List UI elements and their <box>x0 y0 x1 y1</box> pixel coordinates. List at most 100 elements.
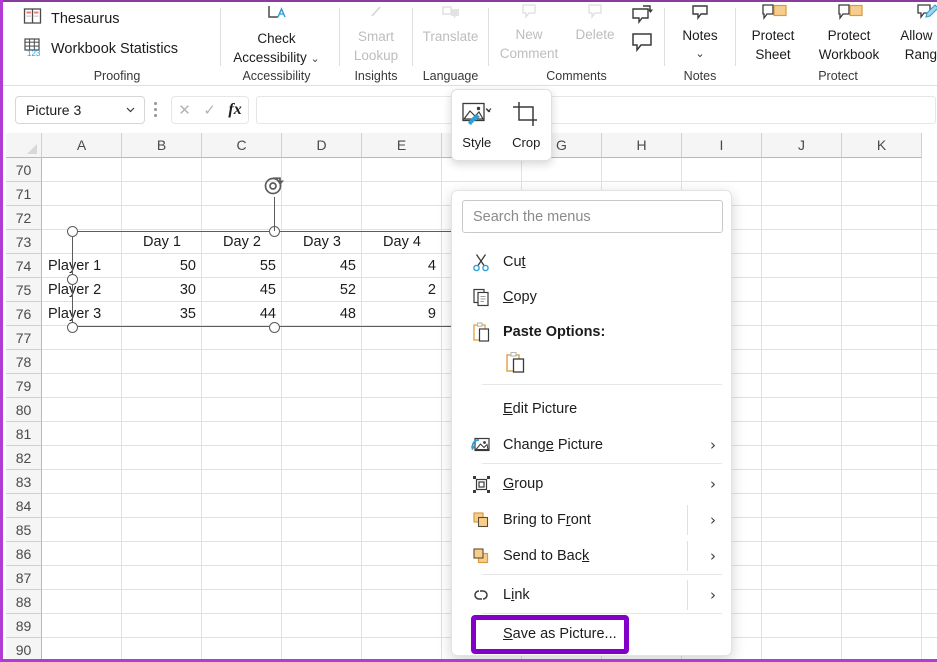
grid-cell[interactable] <box>282 446 362 470</box>
grid-cell[interactable] <box>282 542 362 566</box>
row-header-70[interactable]: 70 <box>6 158 42 182</box>
grid-cell[interactable] <box>922 230 937 254</box>
grid-cell[interactable] <box>922 494 937 518</box>
menu-item-copy[interactable]: Copy <box>453 279 732 315</box>
delete-comment-button[interactable]: Delete <box>564 4 626 44</box>
grid-cell[interactable] <box>202 518 282 542</box>
grid-cell[interactable] <box>362 158 442 182</box>
grid-cell[interactable] <box>282 158 362 182</box>
column-header-B[interactable]: B <box>122 133 202 158</box>
grid-cell[interactable] <box>842 542 922 566</box>
chevron-down-icon[interactable] <box>124 103 138 117</box>
menu-item-group[interactable]: Group › <box>453 466 732 502</box>
grid-cell[interactable] <box>202 350 282 374</box>
grid-cell[interactable] <box>922 590 937 614</box>
search-menus-input[interactable]: Search the menus <box>462 200 723 233</box>
grid-cell[interactable] <box>922 254 937 278</box>
grid-cell[interactable] <box>762 158 842 182</box>
grid-cell[interactable] <box>122 158 202 182</box>
grid-cell[interactable] <box>282 422 362 446</box>
chevron-down-icon[interactable]: ⌄ <box>311 53 320 65</box>
grid-cell[interactable] <box>762 422 842 446</box>
picture-style-button[interactable]: Style <box>452 90 502 160</box>
grid-cell[interactable] <box>762 206 842 230</box>
chevron-right-icon[interactable]: › <box>710 586 716 604</box>
new-comment-button[interactable]: New Comment <box>494 4 564 63</box>
name-box[interactable]: Picture 3 <box>15 96 145 124</box>
smart-lookup-button[interactable]: Smart Lookup <box>340 4 412 65</box>
grid-cell[interactable] <box>362 206 442 230</box>
grid-cell[interactable] <box>282 638 362 659</box>
cancel-icon[interactable]: ✕ <box>178 101 191 119</box>
grid-cell[interactable] <box>762 230 842 254</box>
grid-cell[interactable] <box>202 566 282 590</box>
grid-cell[interactable] <box>202 470 282 494</box>
grid-cell[interactable] <box>362 614 442 638</box>
grid-cell[interactable] <box>282 494 362 518</box>
grid-cell[interactable] <box>282 206 362 230</box>
grid-cell[interactable] <box>842 230 922 254</box>
grid-cell[interactable] <box>202 446 282 470</box>
grid-cell[interactable] <box>122 422 202 446</box>
grid-cell[interactable] <box>42 422 122 446</box>
grid-cell[interactable] <box>762 518 842 542</box>
selection-handle-top-left[interactable] <box>67 226 78 237</box>
grid-cell[interactable] <box>842 446 922 470</box>
column-header-D[interactable]: D <box>282 133 362 158</box>
grid-cell[interactable] <box>922 374 937 398</box>
grid-cell[interactable] <box>202 542 282 566</box>
grid-cell[interactable] <box>842 158 922 182</box>
grid-cell[interactable] <box>922 158 937 182</box>
grid-cell[interactable] <box>122 494 202 518</box>
grid-cell[interactable] <box>922 278 937 302</box>
row-header-83[interactable]: 83 <box>6 470 42 494</box>
menu-item-link[interactable]: Link › <box>453 577 732 613</box>
grid-cell[interactable] <box>842 206 922 230</box>
grid-cell[interactable] <box>42 566 122 590</box>
menu-item-save-as-picture[interactable]: Save as Picture... <box>453 616 732 652</box>
grid-cell[interactable] <box>842 398 922 422</box>
grid-cell[interactable] <box>762 542 842 566</box>
grid-cell[interactable] <box>922 614 937 638</box>
grid-cell[interactable] <box>282 398 362 422</box>
grid-cell[interactable] <box>122 518 202 542</box>
grid-cell[interactable] <box>42 398 122 422</box>
menu-item-edit-picture[interactable]: Edit Picture <box>453 391 732 427</box>
row-header-87[interactable]: 87 <box>6 566 42 590</box>
grid-cell[interactable] <box>42 446 122 470</box>
grid-cell[interactable] <box>762 398 842 422</box>
protect-workbook-button[interactable]: Protect Workbook <box>806 4 892 64</box>
grid-cell[interactable] <box>842 422 922 446</box>
grid-cell[interactable] <box>362 542 442 566</box>
grid-cell[interactable] <box>202 374 282 398</box>
column-header-A[interactable]: A <box>42 133 122 158</box>
grid-cell[interactable] <box>842 326 922 350</box>
grid-cell[interactable] <box>122 350 202 374</box>
column-header-K[interactable]: K <box>842 133 922 158</box>
grid-cell[interactable] <box>842 590 922 614</box>
select-all-corner[interactable] <box>6 133 42 158</box>
row-header-80[interactable]: 80 <box>6 398 42 422</box>
grid-cell[interactable] <box>362 398 442 422</box>
column-header-J[interactable]: J <box>762 133 842 158</box>
formula-bar-drag-handle[interactable] <box>154 102 157 118</box>
row-header-85[interactable]: 85 <box>6 518 42 542</box>
grid-cell[interactable] <box>922 398 937 422</box>
grid-cell[interactable] <box>362 518 442 542</box>
grid-cell[interactable] <box>282 374 362 398</box>
grid-cell[interactable] <box>122 470 202 494</box>
notes-chevron-down-icon[interactable]: ⌄ <box>665 45 735 64</box>
grid-cell[interactable] <box>362 446 442 470</box>
row-header-81[interactable]: 81 <box>6 422 42 446</box>
row-header-71[interactable]: 71 <box>6 182 42 206</box>
grid-cell[interactable] <box>42 158 122 182</box>
grid-cell[interactable] <box>42 518 122 542</box>
row-header-84[interactable]: 84 <box>6 494 42 518</box>
grid-cell[interactable] <box>842 566 922 590</box>
grid-cell[interactable] <box>762 566 842 590</box>
selection-handle-bottom-left[interactable] <box>67 322 78 333</box>
grid-cell[interactable] <box>202 494 282 518</box>
grid-cell[interactable] <box>842 614 922 638</box>
insert-function-icon[interactable]: fx <box>228 101 241 119</box>
grid-cell[interactable] <box>922 350 937 374</box>
